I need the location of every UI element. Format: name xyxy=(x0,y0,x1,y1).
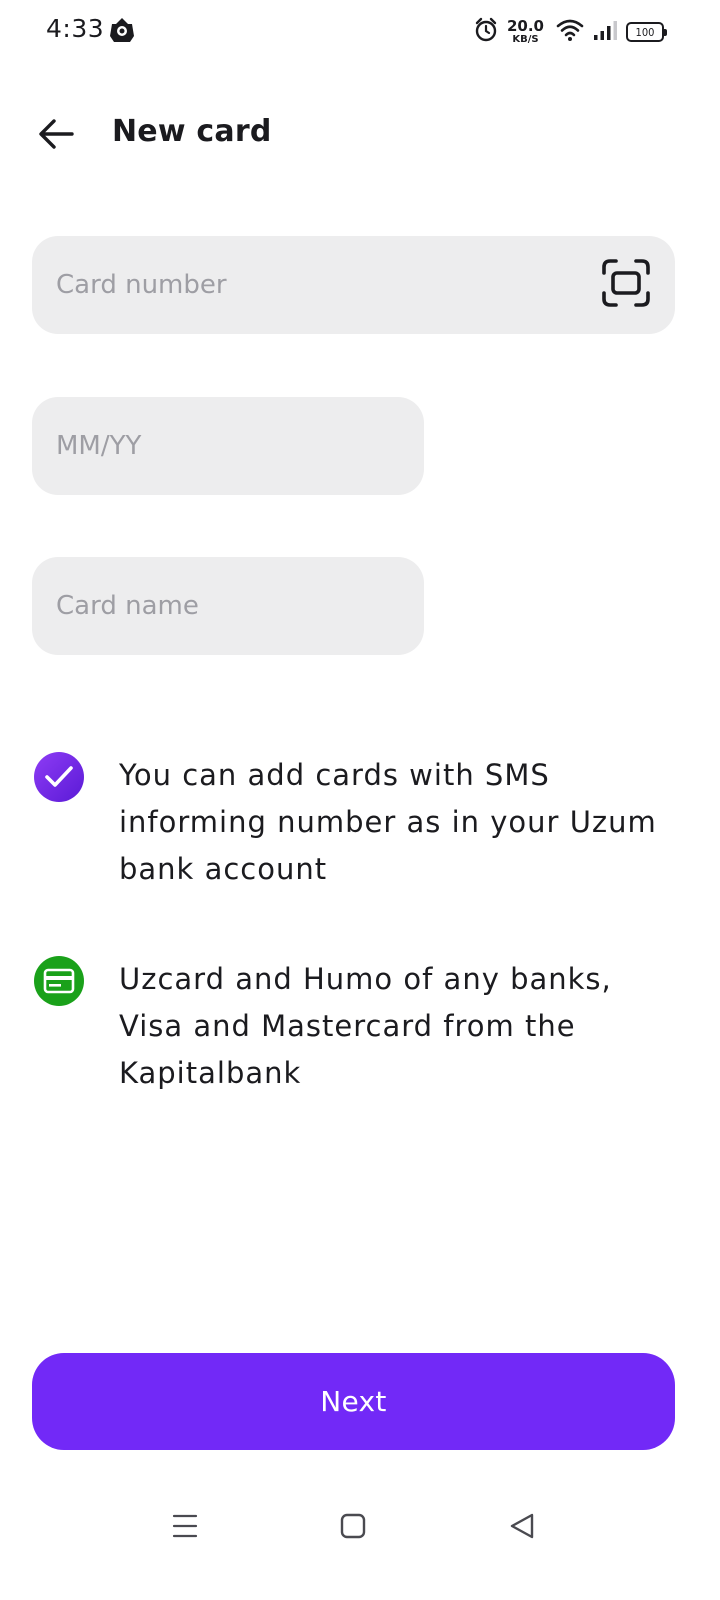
check-icon xyxy=(34,752,84,802)
battery-icon: 100 xyxy=(626,22,667,42)
signal-icon xyxy=(592,18,618,46)
net-speed: 20.0 KB/S xyxy=(507,19,544,45)
system-nav-bar xyxy=(0,1490,720,1560)
battery-level: 100 xyxy=(635,25,655,39)
card-icon xyxy=(34,956,84,1006)
triangle-back-icon xyxy=(508,1512,536,1544)
menu-icon xyxy=(171,1512,199,1544)
expiry-input[interactable] xyxy=(56,431,400,461)
net-speed-unit: KB/S xyxy=(512,34,539,45)
app-bar: New card xyxy=(0,96,720,176)
card-name-input[interactable] xyxy=(56,591,400,621)
card-name-field xyxy=(32,557,424,655)
arrow-left-icon xyxy=(38,118,74,154)
info-text-supported-cards: Uzcard and Humo of any banks, Visa and M… xyxy=(119,962,612,1090)
app-notification-icon xyxy=(108,16,136,44)
next-button[interactable]: Next xyxy=(32,1353,675,1450)
recent-apps-button[interactable] xyxy=(165,1510,205,1546)
back-button[interactable] xyxy=(28,108,84,164)
net-speed-value: 20.0 xyxy=(506,17,544,35)
home-button[interactable] xyxy=(333,1510,373,1546)
status-bar: 4:33 20.0 KB/S 100 xyxy=(0,0,720,64)
scan-card-button[interactable] xyxy=(599,258,653,312)
wifi-icon xyxy=(556,18,584,46)
status-time: 4:33 xyxy=(46,14,105,43)
info-text-sms: You can add cards with SMS informing num… xyxy=(119,758,657,886)
expiry-field xyxy=(32,397,424,495)
card-number-input[interactable] xyxy=(56,270,651,300)
home-square-icon xyxy=(339,1512,367,1544)
page-title: New card xyxy=(112,114,272,149)
alarm-icon xyxy=(473,17,499,47)
scan-card-icon xyxy=(601,258,651,312)
status-icons: 20.0 KB/S 100 xyxy=(473,14,667,50)
card-number-field xyxy=(32,236,675,334)
system-back-button[interactable] xyxy=(502,1510,542,1546)
